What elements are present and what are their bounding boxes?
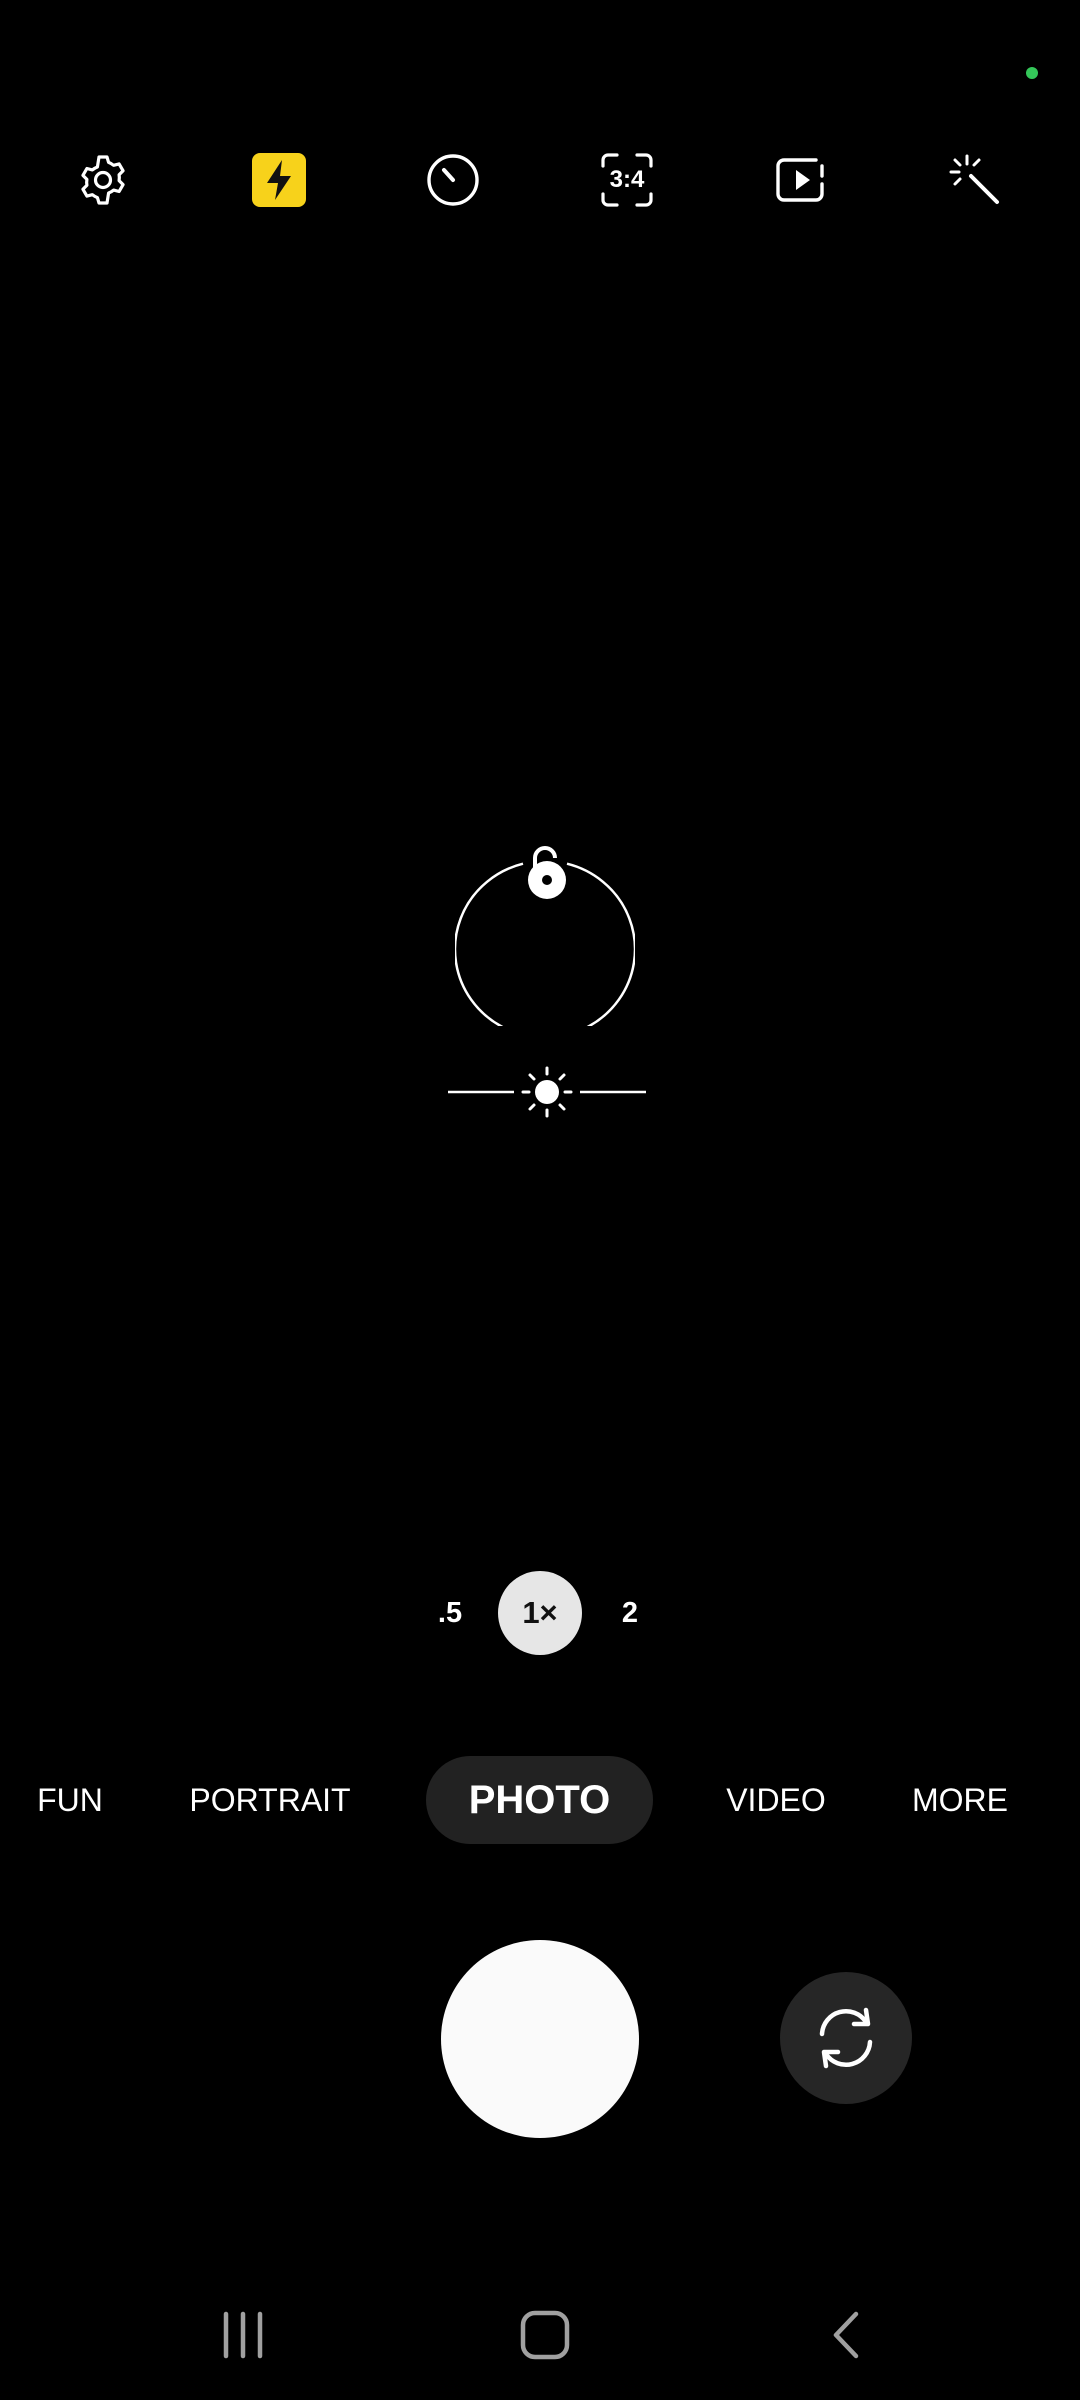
recents-icon <box>223 2311 263 2359</box>
motion-photo-button[interactable] <box>761 140 841 220</box>
unlock-icon[interactable] <box>528 846 566 899</box>
back-button[interactable] <box>802 2300 892 2370</box>
mode-more[interactable]: MORE <box>900 1756 1020 1844</box>
aspect-ratio-label: 3:4 <box>609 166 645 193</box>
zoom-option-0.5[interactable]: .5 <box>420 1571 480 1655</box>
shutter-button[interactable] <box>441 1940 639 2138</box>
timer-icon <box>427 154 479 206</box>
mode-video[interactable]: VIDEO <box>716 1756 836 1844</box>
aspect-ratio-button[interactable]: 3:4 <box>587 140 667 220</box>
mode-fun[interactable]: FUN <box>20 1756 120 1844</box>
back-icon <box>833 2311 859 2359</box>
motion-photo-icon <box>776 158 824 202</box>
settings-icon <box>81 155 125 205</box>
filter-wand-icon <box>949 154 999 204</box>
switch-camera-icon <box>819 2007 873 2069</box>
zoom-option-2[interactable]: 2 <box>600 1571 660 1655</box>
home-button[interactable] <box>500 2300 590 2370</box>
zoom-option-1x[interactable]: 1× <box>498 1571 582 1655</box>
recents-button[interactable] <box>198 2300 288 2370</box>
timer-button[interactable] <box>413 140 493 220</box>
mode-portrait[interactable]: PORTRAIT <box>180 1756 360 1844</box>
exposure-slider[interactable] <box>448 1066 646 1118</box>
filter-button[interactable] <box>935 140 1015 220</box>
mode-photo[interactable]: PHOTO <box>426 1756 653 1844</box>
home-icon <box>520 2310 570 2360</box>
flash-icon <box>267 160 291 200</box>
flash-background <box>252 153 306 207</box>
privacy-indicator-dot <box>1026 67 1038 79</box>
flash-button[interactable] <box>239 140 319 220</box>
settings-button[interactable] <box>63 140 143 220</box>
brightness-icon <box>521 1066 573 1118</box>
focus-ring[interactable] <box>455 846 635 1026</box>
switch-camera-button[interactable] <box>780 1972 912 2104</box>
